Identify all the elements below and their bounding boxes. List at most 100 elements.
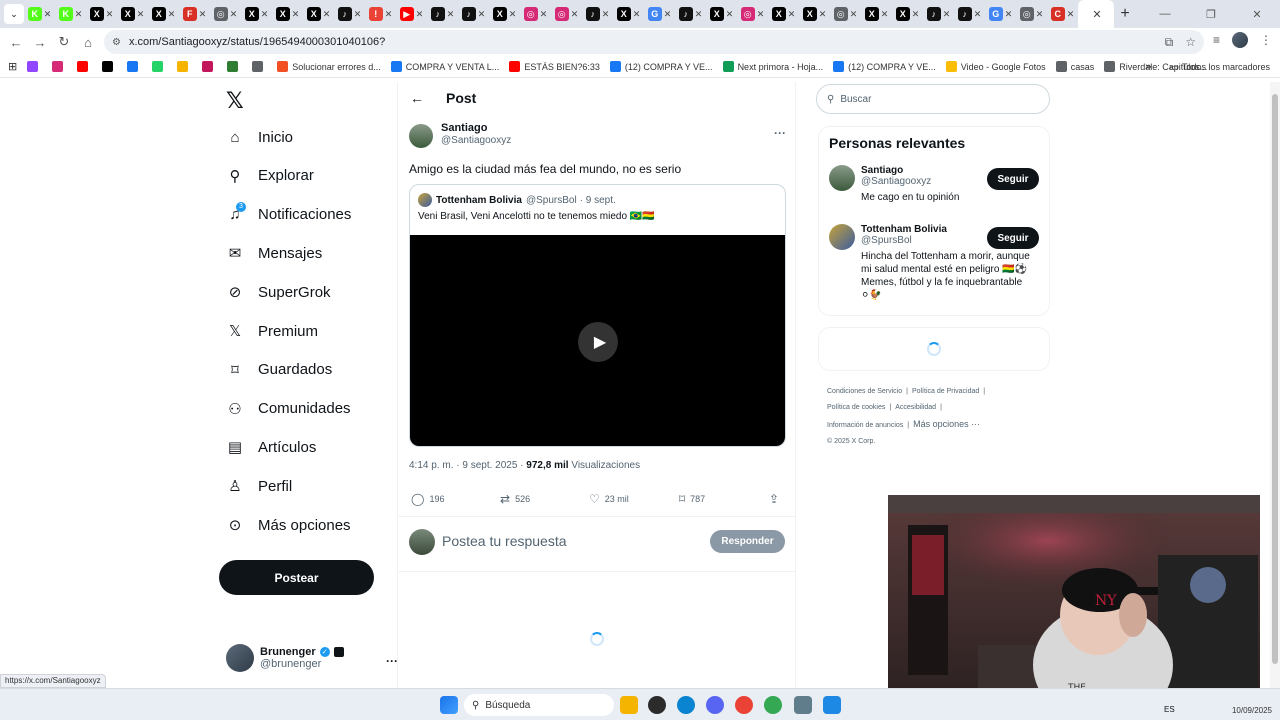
back-arrow-icon[interactable]: ← xyxy=(410,90,424,106)
follow-button[interactable]: Seguir xyxy=(987,227,1039,249)
apps-icon[interactable]: ⊞ xyxy=(8,60,17,73)
bookmark-item[interactable] xyxy=(52,61,67,72)
repost-action[interactable]: ⇄ 526 xyxy=(500,492,530,506)
bookmark-item[interactable]: ESTÁS BIEN?6:33 xyxy=(509,61,600,72)
browser-tab[interactable]: X ✕ xyxy=(613,0,644,28)
bookmark-item[interactable] xyxy=(77,61,92,72)
post-author[interactable]: Santiago @Santiagooxyz xyxy=(409,122,511,148)
bookmark-action[interactable]: ⌑ 787 xyxy=(679,492,705,506)
browser-tab[interactable]: G ✕ xyxy=(985,0,1016,28)
browser-tab[interactable]: ◎ ✕ xyxy=(210,0,241,28)
close-tab-icon[interactable]: ✕ xyxy=(447,9,455,20)
bookmark-item[interactable]: casas xyxy=(1055,61,1094,72)
browser-tab[interactable]: ♪ ✕ xyxy=(582,0,613,28)
author-name[interactable]: Santiago xyxy=(441,122,511,134)
back-icon[interactable]: ← xyxy=(4,35,28,50)
footer-link[interactable]: Política de cookies xyxy=(827,404,885,411)
browser-tab[interactable]: X ✕ xyxy=(303,0,334,28)
close-tab-icon[interactable]: ✕ xyxy=(1036,9,1044,20)
like-action[interactable]: ♡ 23 mil xyxy=(589,492,629,506)
sidebar-item-explorar[interactable]: ⚲ Explorar xyxy=(226,167,314,185)
close-tab-icon[interactable]: ✕ xyxy=(75,9,83,20)
browser-tab[interactable]: ◎ ✕ xyxy=(737,0,768,28)
discord-icon[interactable] xyxy=(706,696,724,714)
footer-link[interactable]: Política de Privacidad xyxy=(912,388,979,395)
browser-tab[interactable]: ◎ ✕ xyxy=(551,0,582,28)
notepad-icon[interactable] xyxy=(823,696,841,714)
close-tab-icon[interactable]: ✕ xyxy=(757,9,765,20)
close-tab-icon[interactable]: ✕ xyxy=(478,9,486,20)
browser-tab[interactable]: ♪ ✕ xyxy=(334,0,365,28)
close-tab-icon[interactable]: ✕ xyxy=(571,9,579,20)
browser-tab[interactable]: X ✕ xyxy=(892,0,923,28)
browser-tab[interactable]: ♪ ✕ xyxy=(923,0,954,28)
close-tab-icon[interactable]: ✕ xyxy=(168,9,176,20)
video-player[interactable]: ▶ xyxy=(410,235,785,446)
url-bar[interactable]: ⚙ x.com/Santiagooxyz/status/196549400030… xyxy=(104,30,1204,54)
new-tab-button[interactable]: + xyxy=(1114,5,1136,23)
close-tab-icon[interactable]: ✕ xyxy=(540,9,548,20)
bookmark-item[interactable] xyxy=(102,61,117,72)
sidebar-item-comunidades[interactable]: ⚇ Comunidades xyxy=(226,400,350,418)
close-tab-icon[interactable]: ✕ xyxy=(1092,8,1101,21)
close-tab-icon[interactable]: ✕ xyxy=(1005,9,1013,20)
close-tab-icon[interactable]: ✕ xyxy=(230,9,238,20)
close-tab-icon[interactable]: ✕ xyxy=(199,9,207,20)
footer-link[interactable]: Información de anuncios xyxy=(827,422,903,429)
close-window-button[interactable]: ✕ xyxy=(1234,8,1280,21)
browser-tab[interactable]: ♪ ✕ xyxy=(675,0,706,28)
search-input[interactable]: ⚲ Buscar xyxy=(816,84,1050,114)
browser-tab[interactable]: F ✕ xyxy=(179,0,210,28)
bookmark-item[interactable] xyxy=(127,61,142,72)
sidebar-item-guardados[interactable]: ⌑ Guardados xyxy=(226,361,332,379)
close-tab-icon[interactable]: ✕ xyxy=(912,9,920,20)
follow-button[interactable]: Seguir xyxy=(987,168,1039,190)
browser-tab[interactable]: ◎ ✕ xyxy=(1016,0,1047,28)
bookmark-item[interactable] xyxy=(177,61,192,72)
close-tab-icon[interactable]: ✕ xyxy=(974,9,982,20)
close-tab-icon[interactable]: ✕ xyxy=(633,9,641,20)
star-icon[interactable]: ☆ xyxy=(1185,35,1196,49)
browser-tab[interactable]: X ✕ xyxy=(117,0,148,28)
home-browser-icon[interactable]: ⌂ xyxy=(76,35,100,50)
close-tab-icon[interactable]: ✕ xyxy=(354,9,362,20)
sidebar-item-supergrok[interactable]: ⊘ SuperGrok xyxy=(226,283,331,302)
sidebar-item-más-opciones[interactable]: ⊙ Más opciones xyxy=(226,516,351,535)
browser-tab[interactable]: X ✕ xyxy=(86,0,117,28)
sidebar-item-artículos[interactable]: ▤ Artículos xyxy=(226,438,316,457)
install-icon[interactable]: ⧉ xyxy=(1165,35,1174,50)
browser-tab[interactable]: X ✕ xyxy=(768,0,799,28)
browser-tab[interactable]: X ✕ xyxy=(272,0,303,28)
more-options-link[interactable]: Más opciones ··· xyxy=(913,419,980,429)
sidebar-item-notificaciones[interactable]: ♫ 3 Notificaciones xyxy=(226,201,351,224)
x-logo-icon[interactable]: 𝕏 xyxy=(226,88,244,114)
tab-search-button[interactable]: ⌄ xyxy=(4,4,24,24)
profile-avatar[interactable] xyxy=(1232,32,1248,48)
bookmark-item[interactable]: Video - Google Fotos xyxy=(945,61,1046,72)
close-tab-icon[interactable]: ✕ xyxy=(602,9,610,20)
close-tab-icon[interactable]: ✕ xyxy=(509,9,517,20)
post-button[interactable]: Postear xyxy=(219,560,374,595)
reply-input[interactable]: Postea tu respuesta xyxy=(442,533,567,549)
browser-tab[interactable]: K ✕ xyxy=(55,0,86,28)
reply-action[interactable]: ◯ 196 xyxy=(411,492,444,506)
author-avatar[interactable] xyxy=(409,124,433,148)
bookmark-item[interactable]: COMPRA Y VENTA L... xyxy=(390,61,499,72)
close-tab-icon[interactable]: ✕ xyxy=(881,9,889,20)
edge-icon[interactable] xyxy=(677,696,695,714)
close-tab-icon[interactable]: ✕ xyxy=(106,9,114,20)
browser-tab[interactable]: ◎ ✕ xyxy=(520,0,551,28)
close-tab-icon[interactable]: ✕ xyxy=(943,9,951,20)
scrollbar-thumb[interactable] xyxy=(1272,94,1278,664)
forward-icon[interactable]: → xyxy=(28,35,52,50)
post-more-icon[interactable]: ··· xyxy=(774,126,786,140)
browser-tab[interactable]: G ✕ xyxy=(644,0,675,28)
maximize-button[interactable]: ❐ xyxy=(1188,8,1234,21)
browser-tab[interactable]: ! ✕ xyxy=(365,0,396,28)
close-tab-icon[interactable]: ✕ xyxy=(664,9,672,20)
close-tab-icon[interactable]: ✕ xyxy=(137,9,145,20)
app-icon[interactable] xyxy=(648,696,666,714)
page-scrollbar[interactable] xyxy=(1270,82,1280,688)
active-browser-tab[interactable]: ✕ xyxy=(1078,0,1114,28)
browser-tab[interactable]: ◎ ✕ xyxy=(830,0,861,28)
